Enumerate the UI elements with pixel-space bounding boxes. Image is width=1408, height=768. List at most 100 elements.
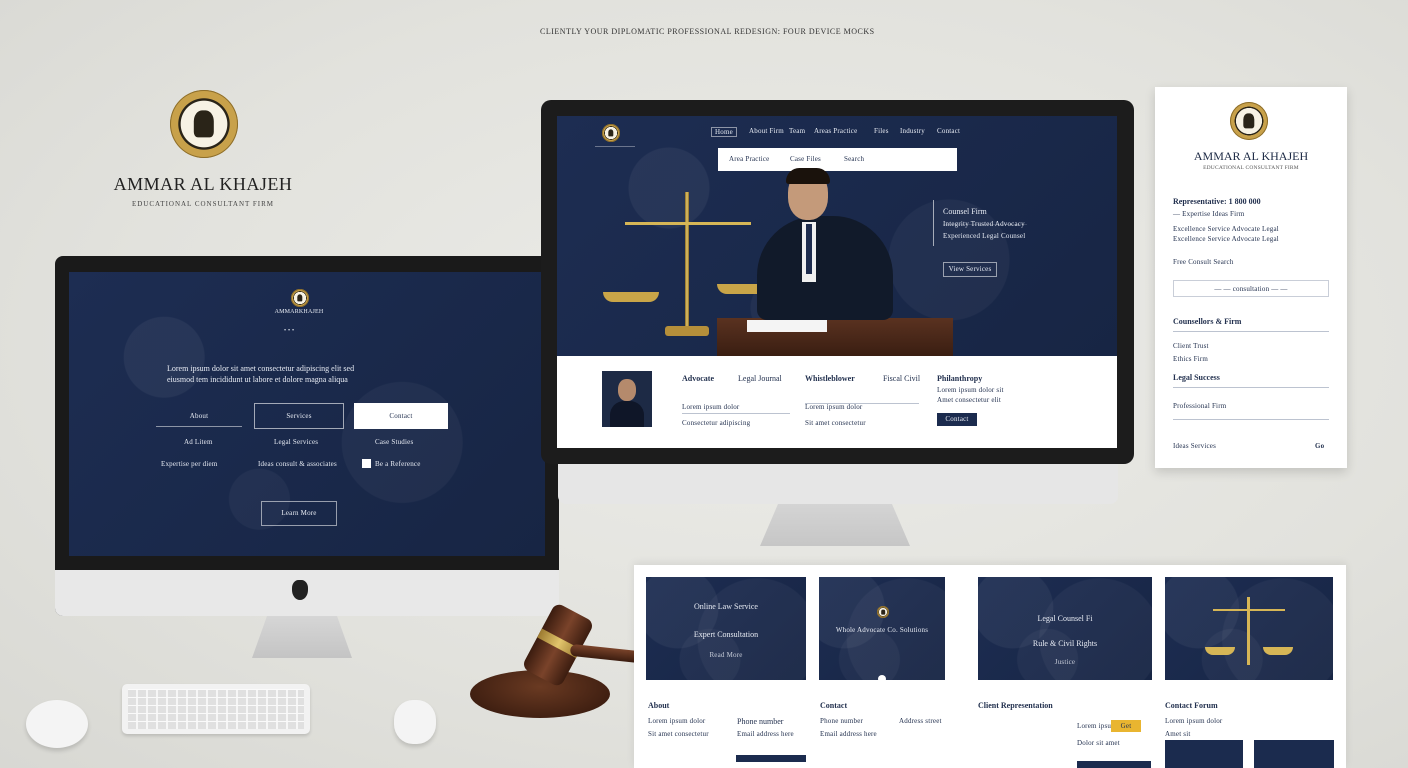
mobile-seal-logo bbox=[1230, 102, 1268, 140]
bottom-contact-line-1: Phone number bbox=[820, 717, 864, 725]
intro-line-1: Lorem ipsum dolor sit amet consectetur a… bbox=[167, 364, 355, 373]
screen-seal-logo bbox=[291, 289, 309, 307]
hero-section: Home About Firm Team Areas Practice File… bbox=[557, 116, 1117, 356]
mobile-brand-name: AMMAR AL KHAJEH bbox=[1193, 149, 1309, 163]
brand-tagline: EDUCATIONAL CONSULTANT FIRM bbox=[131, 200, 275, 208]
bottom-forum-thumb-1[interactable] bbox=[1165, 740, 1243, 768]
trackpad-mouse-left bbox=[26, 700, 88, 748]
mobile-rule-3 bbox=[1173, 419, 1329, 420]
card2-dot[interactable] bbox=[878, 675, 886, 683]
bottom-mid-line: Phone number bbox=[737, 717, 784, 726]
mobile-s1-item-1[interactable]: Client Trust bbox=[1173, 342, 1209, 350]
card3-link[interactable]: Justice bbox=[978, 658, 1152, 666]
bottom-about-title: About bbox=[648, 701, 670, 710]
tab-services[interactable]: Services bbox=[254, 403, 344, 429]
col-advocate-line-2: Consectetur adipiscing bbox=[682, 419, 751, 427]
card3-title: Legal Counsel Fi bbox=[1037, 614, 1093, 623]
hero-line-2: Experienced Legal Counsel bbox=[943, 232, 1026, 240]
center-monitor-stand bbox=[760, 504, 910, 546]
card-advocate-solutions[interactable]: Whole Advocate Co. Solutions bbox=[819, 577, 945, 683]
nav-home[interactable]: Home bbox=[711, 127, 737, 137]
card-legal-counsel[interactable]: Legal Counsel Fi Rule & Civil Rights Jus… bbox=[978, 577, 1152, 680]
mobile-page: AMMAR AL KHAJEH EDUCATIONAL CONSULTANT F… bbox=[1155, 87, 1347, 468]
nav-industry[interactable]: Industry bbox=[900, 127, 925, 135]
papers bbox=[747, 320, 827, 332]
mobile-field-label: Free Consult Search bbox=[1173, 258, 1234, 266]
card-scales[interactable] bbox=[1165, 577, 1333, 680]
bottom-contact-line-2: Email address here bbox=[820, 730, 877, 738]
nav-team[interactable]: Team bbox=[789, 127, 805, 135]
center-monitor-chin bbox=[558, 464, 1118, 504]
bottom-forum-line-1: Lorem ipsum dolor bbox=[1165, 717, 1223, 725]
lawyer-suit bbox=[757, 216, 893, 320]
learn-more-button[interactable]: Learn More bbox=[261, 501, 337, 526]
mobile-footer-go[interactable]: Go bbox=[1315, 442, 1324, 450]
card1-link[interactable]: Read More bbox=[646, 651, 806, 659]
card1-title: Online Law Service bbox=[694, 602, 758, 611]
screen-logo-caption: AMMARKHAJEH bbox=[274, 309, 324, 315]
nav-seal-logo[interactable] bbox=[602, 124, 620, 142]
view-services-button[interactable]: View Services bbox=[943, 262, 997, 277]
portrait-face bbox=[618, 379, 636, 401]
mobile-sub: — Expertise Ideas Firm bbox=[1173, 210, 1245, 218]
scales-base bbox=[665, 326, 709, 336]
mouse-right bbox=[394, 700, 436, 744]
logo-underline bbox=[595, 146, 635, 147]
mobile-footer-link[interactable]: Ideas Services bbox=[1173, 442, 1216, 450]
tab-about[interactable]: About bbox=[156, 412, 242, 427]
card4-scales-beam bbox=[1213, 609, 1285, 611]
search-case-files[interactable]: Case Files bbox=[790, 155, 821, 163]
bottom-about-line-1: Lorem ipsum dolor bbox=[648, 717, 706, 725]
bottom-mid-line-2: Email address here bbox=[737, 730, 794, 738]
apple-logo-icon bbox=[292, 580, 308, 600]
bottom-representation-title: Client Representation bbox=[978, 701, 1053, 710]
left-monitor-stand bbox=[252, 616, 352, 658]
search-bar[interactable]: Area Practice Case Files Search bbox=[718, 148, 957, 171]
nav-contact[interactable]: Contact bbox=[937, 127, 960, 135]
mobile-tagline: EDUCATIONAL CONSULTANT FIRM bbox=[1203, 165, 1299, 171]
scales-left-pan bbox=[603, 292, 659, 302]
bottom-forum-thumb-2[interactable] bbox=[1254, 740, 1334, 768]
label-case-studies: Case Studies bbox=[375, 438, 414, 446]
hero-divider bbox=[933, 200, 934, 246]
lawyer-hair bbox=[786, 168, 830, 184]
search-area-practice[interactable]: Area Practice bbox=[729, 155, 770, 163]
mobile-s1-item-2[interactable]: Ethics Firm bbox=[1173, 355, 1208, 363]
col-whistleblower-title: Whistleblower bbox=[805, 374, 855, 383]
slider-dots[interactable]: • • • bbox=[284, 328, 294, 334]
hero-title: Counsel Firm bbox=[943, 207, 987, 216]
brand-name: AMMAR AL KHAJEH bbox=[113, 174, 293, 194]
mobile-line-2: Excellence Service Advocate Legal bbox=[1173, 235, 1279, 243]
mobile-consult-field[interactable]: — — consultation — — bbox=[1173, 280, 1329, 297]
nav-areas-practice[interactable]: Areas Practice bbox=[814, 127, 857, 135]
contact-button[interactable]: Contact bbox=[937, 413, 977, 426]
col-advocate-line-1: Lorem ipsum dolor bbox=[682, 403, 740, 411]
col-philanthropy-title: Philanthropy bbox=[937, 374, 983, 383]
bottom-representation-line-2: Dolor sit amet bbox=[1077, 739, 1120, 747]
col-journal-title: Legal Journal bbox=[738, 374, 782, 383]
bottom-mid-bar bbox=[736, 755, 806, 762]
bottom-representation-bar bbox=[1077, 761, 1151, 768]
reference-checkbox[interactable] bbox=[362, 459, 371, 468]
center-screen: Home About Firm Team Areas Practice File… bbox=[557, 116, 1117, 448]
bottom-sheet: Online Law Service Expert Consultation R… bbox=[634, 565, 1346, 768]
bottom-contact-title: Contact bbox=[820, 701, 848, 710]
col-philanthropy-line-2: Amet consectetur elit bbox=[937, 396, 1002, 404]
mobile-phone[interactable]: Representative: 1 800 000 bbox=[1173, 197, 1261, 206]
search-button[interactable]: Search bbox=[844, 155, 864, 163]
mobile-section-2: Legal Success bbox=[1173, 373, 1220, 382]
card-online-service[interactable]: Online Law Service Expert Consultation R… bbox=[646, 577, 806, 680]
keyboard bbox=[122, 684, 310, 734]
bottom-get-badge[interactable]: Get bbox=[1111, 720, 1141, 732]
link-reference[interactable]: Be a Reference bbox=[375, 460, 421, 468]
label-legal-services: Legal Services bbox=[274, 438, 319, 446]
mobile-s2-item-1[interactable]: Professional Firm bbox=[1173, 402, 1226, 410]
col-whistleblower-line-1: Lorem ipsum dolor bbox=[805, 403, 863, 411]
link-expertise[interactable]: Expertise per diem bbox=[161, 460, 217, 468]
link-ideas-consult[interactable]: Ideas consult & associates bbox=[258, 460, 337, 468]
mobile-field-value: — — consultation — — bbox=[1214, 285, 1288, 293]
nav-about-firm[interactable]: About Firm bbox=[749, 127, 784, 135]
label-ad-litem: Ad Litem bbox=[184, 438, 213, 446]
tab-contact[interactable]: Contact bbox=[354, 403, 448, 429]
nav-files[interactable]: Files bbox=[874, 127, 889, 135]
